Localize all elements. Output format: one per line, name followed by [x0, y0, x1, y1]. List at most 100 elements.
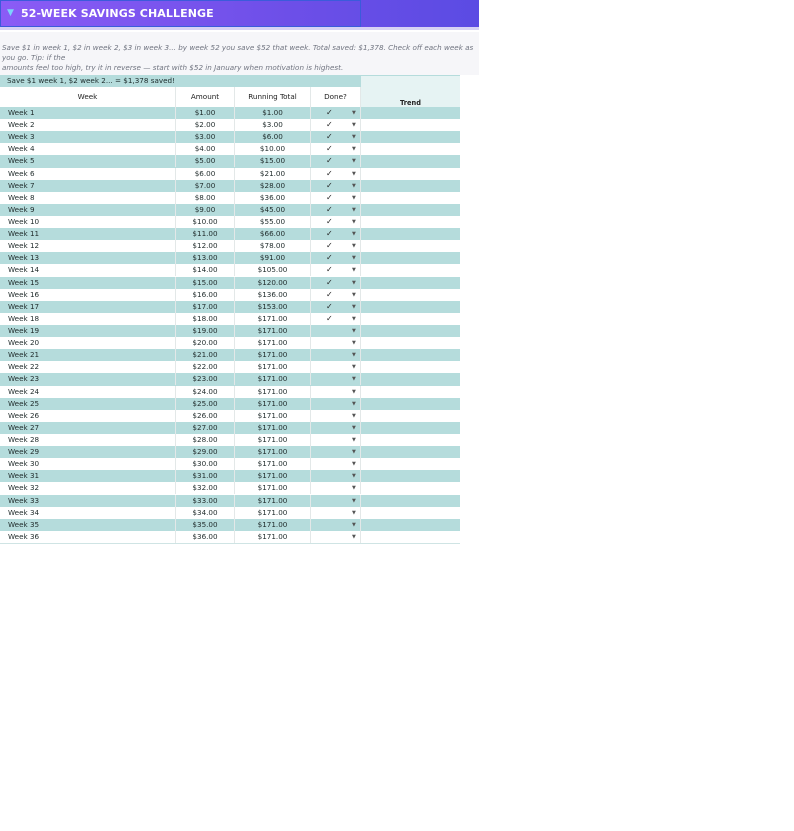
running-total-cell[interactable]: $171.00 — [235, 482, 311, 495]
dropdown-caret-icon[interactable]: ▼ — [352, 337, 356, 349]
running-total-cell[interactable]: $10.00 — [235, 143, 311, 156]
dropdown-caret-icon[interactable]: ▼ — [352, 301, 356, 313]
trend-cell[interactable] — [361, 373, 460, 385]
week-cell[interactable]: Week 14 — [0, 264, 176, 277]
amount-cell[interactable]: $10.00 — [176, 215, 235, 228]
amount-cell[interactable]: $34.00 — [176, 506, 235, 519]
week-cell[interactable]: Week 10 — [0, 215, 176, 228]
running-total-cell[interactable]: $171.00 — [235, 349, 311, 362]
done-dropdown[interactable]: ▼ — [311, 518, 361, 531]
column-header-done[interactable]: Done? — [311, 87, 361, 107]
week-cell[interactable]: Week 32 — [0, 482, 176, 495]
running-total-cell[interactable]: $171.00 — [235, 530, 311, 543]
week-cell[interactable]: Week 1 — [0, 107, 176, 119]
trend-cell[interactable] — [361, 495, 460, 507]
amount-cell[interactable]: $21.00 — [176, 349, 235, 362]
dropdown-caret-icon[interactable]: ▼ — [352, 240, 356, 252]
dropdown-caret-icon[interactable]: ▼ — [352, 373, 356, 385]
done-dropdown[interactable]: ✓ ▼ — [311, 288, 361, 301]
done-dropdown[interactable]: ▼ — [311, 337, 361, 350]
trend-cell[interactable] — [361, 325, 460, 337]
done-dropdown[interactable]: ▼ — [311, 361, 361, 374]
running-total-cell[interactable]: $78.00 — [235, 240, 311, 253]
trend-cell[interactable] — [361, 519, 460, 531]
dropdown-caret-icon[interactable]: ▼ — [352, 349, 356, 361]
done-dropdown[interactable]: ▼ — [311, 433, 361, 446]
week-cell[interactable]: Week 25 — [0, 397, 176, 410]
dropdown-caret-icon[interactable]: ▼ — [352, 228, 356, 240]
dropdown-caret-icon[interactable]: ▼ — [352, 155, 356, 167]
running-total-cell[interactable]: $171.00 — [235, 433, 311, 446]
trend-cell[interactable] — [361, 446, 460, 458]
amount-cell[interactable]: $29.00 — [176, 446, 235, 459]
running-total-cell[interactable]: $1.00 — [235, 107, 311, 119]
amount-cell[interactable]: $24.00 — [176, 385, 235, 398]
done-dropdown[interactable]: ▼ — [311, 470, 361, 483]
done-dropdown[interactable]: ✓ ▼ — [311, 203, 361, 216]
amount-cell[interactable]: $8.00 — [176, 191, 235, 204]
trend-cell[interactable] — [361, 434, 460, 446]
trend-cell[interactable] — [361, 337, 460, 349]
dropdown-caret-icon[interactable]: ▼ — [352, 204, 356, 216]
dropdown-caret-icon[interactable]: ▼ — [352, 119, 356, 131]
dropdown-caret-icon[interactable]: ▼ — [352, 252, 356, 264]
week-cell[interactable]: Week 27 — [0, 421, 176, 434]
dropdown-caret-icon[interactable]: ▼ — [352, 531, 356, 543]
week-cell[interactable]: Week 34 — [0, 506, 176, 519]
running-total-cell[interactable]: $136.00 — [235, 288, 311, 301]
amount-cell[interactable]: $35.00 — [176, 518, 235, 531]
week-cell[interactable]: Week 29 — [0, 446, 176, 459]
week-cell[interactable]: Week 26 — [0, 409, 176, 422]
done-dropdown[interactable]: ▼ — [311, 458, 361, 471]
week-cell[interactable]: Week 18 — [0, 312, 176, 325]
running-total-cell[interactable]: $171.00 — [235, 397, 311, 410]
week-cell[interactable]: Week 20 — [0, 337, 176, 350]
dropdown-caret-icon[interactable]: ▼ — [352, 519, 356, 531]
done-dropdown[interactable]: ▼ — [311, 446, 361, 459]
done-dropdown[interactable]: ✓ ▼ — [311, 240, 361, 253]
week-cell[interactable]: Week 7 — [0, 179, 176, 192]
trend-cell[interactable] — [361, 143, 460, 155]
amount-cell[interactable]: $12.00 — [176, 240, 235, 253]
week-cell[interactable]: Week 12 — [0, 240, 176, 253]
running-total-cell[interactable]: $36.00 — [235, 191, 311, 204]
dropdown-caret-icon[interactable]: ▼ — [352, 313, 356, 325]
amount-cell[interactable]: $20.00 — [176, 337, 235, 350]
running-total-cell[interactable]: $171.00 — [235, 361, 311, 374]
amount-cell[interactable]: $15.00 — [176, 276, 235, 289]
done-dropdown[interactable]: ✓ ▼ — [311, 119, 361, 132]
trend-cell[interactable] — [361, 398, 460, 410]
running-total-cell[interactable]: $171.00 — [235, 373, 311, 386]
dropdown-caret-icon[interactable]: ▼ — [352, 277, 356, 289]
column-header-trend[interactable]: Trend — [361, 76, 460, 107]
running-total-cell[interactable]: $153.00 — [235, 300, 311, 313]
dropdown-caret-icon[interactable]: ▼ — [352, 495, 356, 507]
dropdown-caret-icon[interactable]: ▼ — [352, 410, 356, 422]
week-cell[interactable]: Week 3 — [0, 131, 176, 144]
dropdown-caret-icon[interactable]: ▼ — [352, 107, 356, 119]
amount-cell[interactable]: $30.00 — [176, 458, 235, 471]
done-dropdown[interactable]: ▼ — [311, 530, 361, 543]
amount-cell[interactable]: $1.00 — [176, 107, 235, 119]
done-dropdown[interactable]: ✓ ▼ — [311, 167, 361, 180]
dropdown-caret-icon[interactable]: ▼ — [352, 264, 356, 276]
trend-cell[interactable] — [361, 204, 460, 216]
running-total-cell[interactable]: $171.00 — [235, 385, 311, 398]
running-total-cell[interactable]: $171.00 — [235, 409, 311, 422]
column-header-week[interactable]: Week — [0, 87, 176, 107]
week-cell[interactable]: Week 33 — [0, 494, 176, 507]
amount-cell[interactable]: $33.00 — [176, 494, 235, 507]
amount-cell[interactable]: $22.00 — [176, 361, 235, 374]
running-total-cell[interactable]: $171.00 — [235, 312, 311, 325]
week-cell[interactable]: Week 8 — [0, 191, 176, 204]
trend-cell[interactable] — [361, 482, 460, 494]
trend-cell[interactable] — [361, 180, 460, 192]
trend-cell[interactable] — [361, 349, 460, 361]
trend-cell[interactable] — [361, 470, 460, 482]
trend-cell[interactable] — [361, 507, 460, 519]
trend-cell[interactable] — [361, 228, 460, 240]
done-dropdown[interactable]: ▼ — [311, 385, 361, 398]
amount-cell[interactable]: $36.00 — [176, 530, 235, 543]
running-total-cell[interactable]: $171.00 — [235, 458, 311, 471]
week-cell[interactable]: Week 31 — [0, 470, 176, 483]
